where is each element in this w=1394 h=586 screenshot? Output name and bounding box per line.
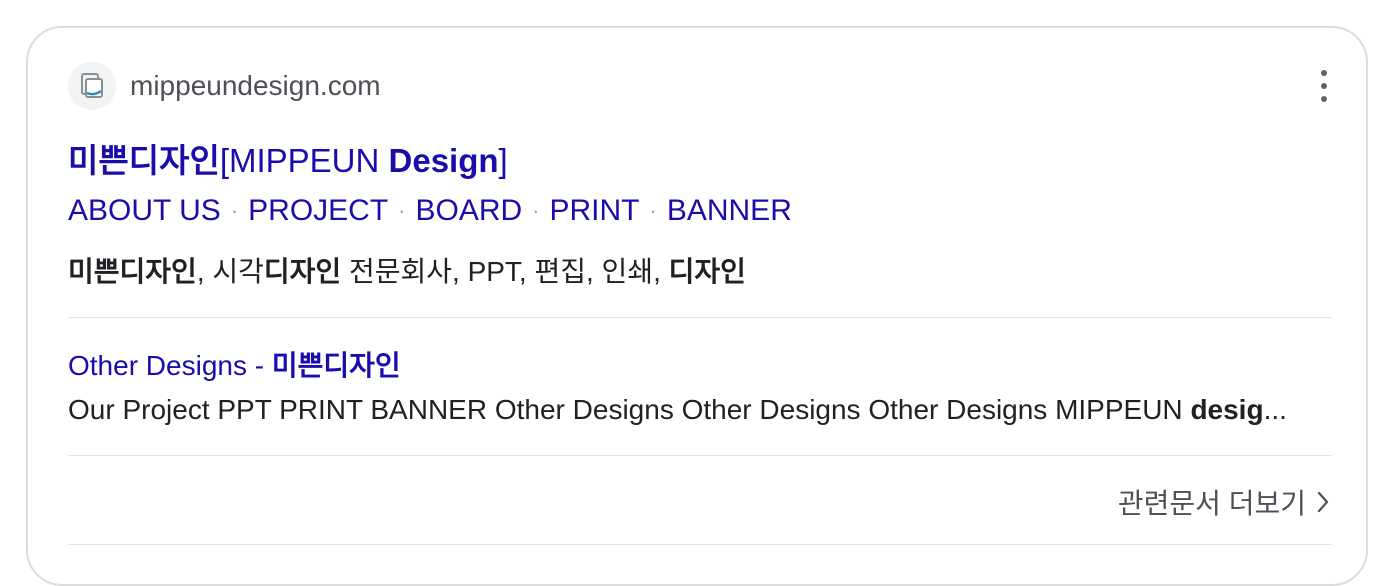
sub-title-plain: Other Designs -: [68, 350, 272, 381]
title-korean: 미쁜디자인: [68, 142, 220, 179]
divider: [68, 317, 1332, 318]
title-bracket-open: [MIPPEUN: [219, 142, 389, 179]
more-vertical-icon-dot: [1321, 83, 1327, 89]
sitelinks: ABOUT US · PROJECT · BOARD · PRINT · BAN…: [68, 194, 792, 228]
divider: [68, 455, 1332, 456]
desc-bold-3: 디자인: [263, 256, 342, 287]
sub-title-bold: 미쁜디자인: [271, 350, 401, 381]
title-bold: Design: [388, 142, 499, 179]
desc-bold-5: 디자인: [668, 256, 746, 287]
more-options-button[interactable]: [1310, 70, 1338, 102]
desc-text-2: , 시각: [196, 256, 264, 287]
site-favicon[interactable]: [68, 62, 116, 110]
result-header: mippeundesign.com: [68, 62, 381, 110]
document-icon: [81, 73, 103, 98]
result-description: 미쁜디자인, 시각디자인 전문회사, PPT, 편집, 인쇄, 디자인: [68, 250, 746, 290]
title-bracket-close: ]: [498, 142, 508, 179]
chevron-right-icon: [1316, 490, 1330, 514]
sub-result-snippet: Our Project PPT PRINT BANNER Other Desig…: [68, 394, 1330, 426]
desc-bold-1: 미쁜디자인: [68, 256, 197, 287]
sitelink-print[interactable]: PRINT: [550, 194, 640, 228]
sub-snippet-plain: Our Project PPT PRINT BANNER Other Desig…: [68, 394, 1191, 425]
sub-snippet-ellipsis: ...: [1263, 394, 1287, 425]
sitelink-banner[interactable]: BANNER: [667, 194, 792, 228]
result-title-link[interactable]: 미쁜디자인[MIPPEUN Design]: [68, 134, 508, 182]
search-result-card: mippeundesign.com 미쁜디자인[MIPPEUN Design] …: [26, 26, 1368, 586]
sitelink-separator: ·: [532, 198, 540, 223]
sitelink-separator: ·: [649, 198, 657, 223]
divider: [68, 544, 1332, 545]
desc-text-4: 전문회사, PPT, 편집, 인쇄,: [341, 256, 669, 287]
sitelink-about-us[interactable]: ABOUT US: [68, 194, 221, 228]
more-related-docs-button[interactable]: 관련문서 더보기: [1118, 482, 1330, 522]
sub-snippet-bold: desig: [1190, 394, 1264, 425]
sitelink-board[interactable]: BOARD: [415, 194, 522, 228]
more-vertical-icon-dot: [1321, 70, 1327, 76]
sub-result-title-link[interactable]: Other Designs - 미쁜디자인: [68, 344, 401, 384]
more-vertical-icon-dot: [1321, 96, 1327, 102]
more-docs-label: 관련문서 더보기: [1117, 488, 1306, 519]
sitelink-separator: ·: [230, 198, 239, 223]
sitelink-project[interactable]: PROJECT: [248, 194, 388, 228]
sitelink-separator: ·: [398, 198, 406, 223]
site-name[interactable]: mippeundesign.com: [130, 70, 381, 102]
